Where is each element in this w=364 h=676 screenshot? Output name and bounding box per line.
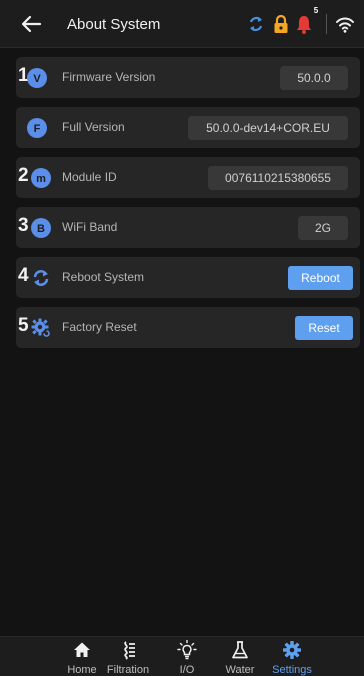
reboot-icon (33, 270, 49, 286)
row-number: 3 (18, 215, 29, 236)
row-label: Full Version (62, 120, 125, 134)
bell-icon[interactable] (294, 13, 314, 35)
svg-text:m: m (36, 173, 46, 185)
header-divider (326, 14, 327, 34)
sync-icon[interactable] (246, 13, 266, 35)
reset-button[interactable]: Reset (295, 316, 353, 340)
row-label: Firmware Version (62, 70, 156, 84)
factory-reset-row: 5 Factory Reset Reset (16, 307, 360, 348)
page-title: About System (67, 16, 161, 33)
row-label: Module ID (62, 170, 117, 184)
row-label: Reboot System (62, 270, 145, 284)
factory-reset-gear-icon (31, 318, 51, 338)
nav-label-settings: Settings (272, 664, 312, 676)
nav-item-settings[interactable]: Settings (270, 637, 314, 676)
module-id-value: 0076110215380655 (208, 166, 348, 190)
wifi-icon[interactable] (335, 13, 355, 35)
lightbulb-icon (177, 640, 197, 660)
row-number: 4 (18, 265, 29, 286)
nav-label-home: Home (67, 664, 97, 676)
nav-label-filtration: Filtration (106, 664, 150, 676)
full-version-f-icon: F (27, 118, 47, 138)
svg-text:V: V (33, 73, 41, 85)
back-arrow-icon[interactable] (20, 13, 42, 35)
firmware-version-value: 50.0.0 (280, 66, 348, 90)
wifi-band-b-icon: B (31, 218, 51, 238)
app-header: About System 5 (0, 0, 364, 48)
nav-item-water[interactable]: Water (222, 637, 258, 676)
full-version-row: F Full Version 50.0.0-dev14+COR.EU (16, 107, 360, 148)
row-label: WiFi Band (62, 220, 118, 234)
svg-text:B: B (37, 223, 45, 235)
nav-label-io: I/O (179, 664, 195, 676)
module-id-row: 2 m Module ID 0076110215380655 (16, 157, 360, 198)
nav-item-home[interactable]: Home (62, 637, 102, 676)
svg-text:F: F (34, 123, 41, 135)
full-version-value: 50.0.0-dev14+COR.EU (188, 116, 348, 140)
bottom-nav: Home Filtration I/O Water Settings (0, 636, 364, 676)
nav-item-filtration[interactable]: Filtration (100, 637, 156, 676)
reboot-button[interactable]: Reboot (288, 266, 353, 290)
home-icon (74, 642, 90, 657)
filtration-icon (124, 641, 135, 660)
firmware-v-icon: V (27, 68, 47, 88)
reboot-system-row: 4 Reboot System Reboot (16, 257, 360, 298)
nav-item-io[interactable]: I/O (172, 637, 202, 676)
row-number: 2 (18, 165, 29, 186)
wifi-band-row: 3 B WiFi Band 2G (16, 207, 360, 248)
lock-icon[interactable] (271, 13, 291, 35)
firmware-version-row: 1 V Firmware Version 50.0.0 (16, 57, 360, 98)
row-number: 5 (18, 315, 29, 336)
wifi-band-value: 2G (298, 216, 348, 240)
flask-icon (232, 641, 248, 659)
row-label: Factory Reset (62, 320, 137, 334)
notification-count-badge: 5 (311, 6, 321, 16)
module-m-icon: m (31, 168, 51, 188)
settings-gear-icon (283, 641, 301, 659)
nav-label-water: Water (225, 664, 255, 676)
